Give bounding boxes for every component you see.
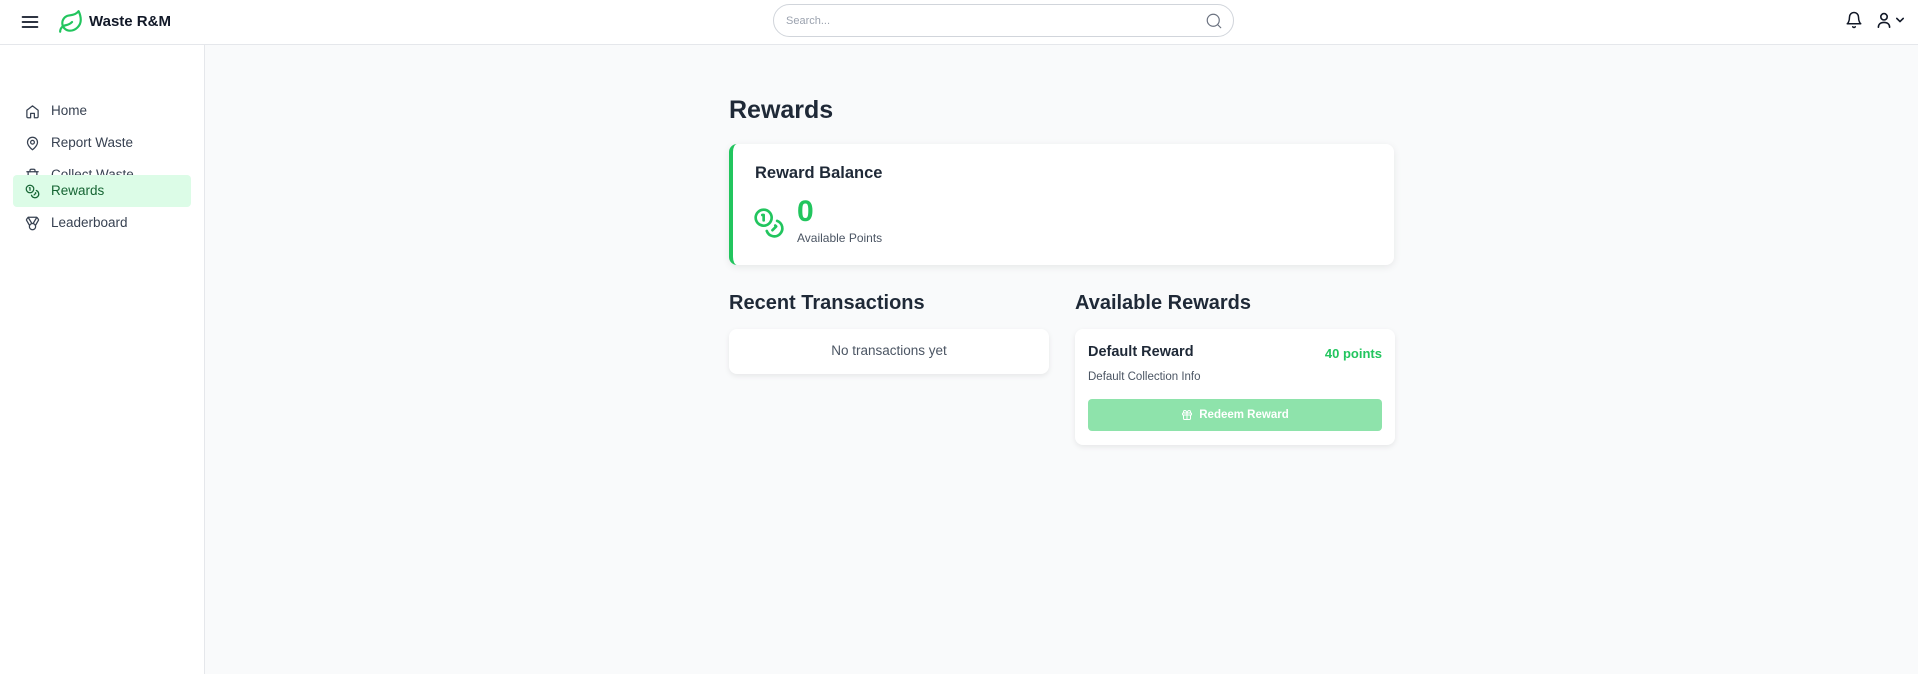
search-bar <box>773 4 1234 37</box>
bell-icon[interactable] <box>1845 11 1863 29</box>
coins-icon <box>25 184 40 199</box>
app-brand[interactable]: Waste R&M <box>89 13 171 30</box>
reward-balance-card: Reward Balance 0 Available Points <box>729 144 1394 265</box>
balance-title: Reward Balance <box>755 164 883 182</box>
sidebar: Home Report Waste Collect Waste Rewards … <box>0 45 205 674</box>
recent-transactions-title: Recent Transactions <box>729 292 925 314</box>
top-header: Waste R&M <box>0 0 1918 45</box>
redeem-reward-button[interactable]: Redeem Reward <box>1088 399 1382 431</box>
sidebar-item-leaderboard[interactable]: Leaderboard <box>13 207 191 239</box>
sidebar-item-label: Home <box>51 103 88 118</box>
sidebar-item-home[interactable]: Home <box>13 95 191 127</box>
reward-points: 40 points <box>1324 346 1382 361</box>
home-icon <box>26 105 39 119</box>
sidebar-item-label: Leaderboard <box>51 215 128 230</box>
balance-value: 0 <box>797 195 814 228</box>
reward-description: Default Collection Info <box>1088 371 1201 383</box>
reward-name: Default Reward <box>1088 344 1194 360</box>
search-icon[interactable] <box>1205 12 1223 30</box>
leaf-icon <box>59 10 82 33</box>
reward-card: Default Reward 40 points Default Collect… <box>1075 329 1395 445</box>
user-icon <box>1877 12 1891 28</box>
page-title: Rewards <box>729 96 834 124</box>
gift-icon <box>1182 410 1193 420</box>
redeem-button-label: Redeem Reward <box>1199 409 1289 421</box>
map-pin-icon <box>26 136 39 151</box>
balance-label: Available Points <box>797 231 883 245</box>
empty-state-text: No transactions yet <box>831 343 947 358</box>
menu-icon[interactable] <box>20 12 40 32</box>
transactions-list: No transactions yet <box>729 329 1049 374</box>
medal-icon <box>25 216 40 231</box>
coins-icon <box>754 208 784 238</box>
sidebar-item-report-waste[interactable]: Report Waste <box>13 127 191 159</box>
search-input[interactable] <box>786 12 1186 30</box>
sidebar-item-rewards[interactable]: Rewards <box>13 175 191 207</box>
chevron-down-icon <box>1896 17 1904 23</box>
available-rewards-title: Available Rewards <box>1075 292 1252 314</box>
sidebar-item-label: Report Waste <box>51 135 134 150</box>
user-menu-button[interactable] <box>1876 11 1908 29</box>
sidebar-item-label: Rewards <box>51 183 105 198</box>
